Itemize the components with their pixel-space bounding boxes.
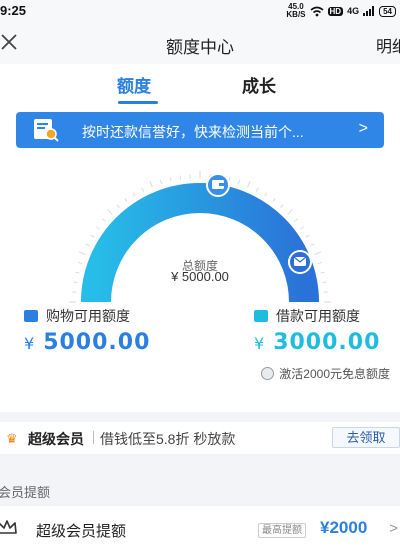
tab-quota[interactable]: 额度 — [117, 72, 151, 97]
loan-quota: 借款可用额度 ¥3000.00 — [254, 306, 380, 355]
tab-growth[interactable]: 成长 — [242, 72, 276, 97]
member-boost-row[interactable]: 超级会员提额 最高提额 ¥2000 > — [0, 506, 400, 548]
member-promo: ♛ 超级会员 借钱低至5.8折 秒放款 去领取 — [0, 422, 400, 454]
gauge-tick — [102, 218, 107, 222]
loan-quota-label: 借款可用额度 — [276, 308, 360, 324]
status-time: 9:25 — [0, 3, 27, 18]
loan-quota-amount: 3000.00 — [273, 330, 381, 355]
wallet-icon — [206, 173, 230, 197]
gauge-tick — [272, 198, 276, 202]
eye-icon — [261, 367, 275, 380]
gauge-tick — [124, 198, 128, 202]
gauge-tick — [107, 209, 113, 215]
crown-icon: ♛ — [6, 431, 18, 446]
gauge-tick — [280, 204, 284, 209]
shopping-quota-amount: 5000.00 — [43, 330, 151, 355]
gauge-tick — [246, 180, 251, 188]
shopping-bag-icon — [24, 310, 38, 322]
tab-active-indicator — [118, 101, 158, 104]
row-tag: 最高提额 — [258, 523, 306, 538]
gauge-tick — [169, 177, 172, 182]
gauge-tick — [314, 251, 322, 256]
gauge-tick — [293, 218, 298, 222]
claim-button[interactable]: 去领取 — [332, 427, 400, 448]
shopping-currency: ¥ — [24, 334, 36, 353]
gauge-tick — [310, 243, 315, 247]
gauge-tick — [179, 175, 182, 180]
gauge-tick — [255, 187, 259, 192]
loan-currency: ¥ — [254, 334, 266, 353]
network-speed: 45.0 KB/S — [286, 3, 305, 19]
gauge-tick — [85, 243, 90, 247]
shopping-quota: 购物可用额度 ¥5000.00 — [24, 306, 150, 355]
nav-bar: 额度中心 明细 — [0, 22, 400, 64]
gauge-tick — [159, 180, 163, 185]
gauge-tick — [305, 234, 310, 238]
free-interest-text: 激活2000元免息额度 — [279, 367, 390, 381]
battery-indicator: 54 — [379, 5, 396, 17]
free-interest-link[interactable]: 激活2000元免息额度 — [261, 365, 390, 382]
network-type: 4G — [347, 6, 360, 16]
status-bar: 9:25 45.0 KB/S HD 4G 54 — [0, 0, 400, 22]
wifi-icon — [310, 6, 324, 16]
chevron-right-icon: > — [389, 520, 398, 537]
folder-icon — [254, 310, 268, 322]
signal-icon — [363, 6, 375, 16]
gauge-tick — [141, 187, 145, 192]
network-speed-unit: KB/S — [286, 10, 306, 19]
gauge-tick — [132, 192, 136, 197]
member-desc: 借钱低至5.8折 秒放款 — [100, 431, 236, 447]
tab-bar: 额度 成长 — [0, 70, 400, 104]
report-search-icon — [34, 119, 59, 142]
section-header: 会员提额 — [0, 485, 51, 500]
hd-badge: HD — [327, 6, 344, 16]
crown-outline-icon — [0, 520, 17, 534]
divider — [93, 431, 94, 444]
gauge-tick — [300, 226, 304, 230]
gauge-tick — [116, 204, 120, 209]
chevron-right-icon: > — [358, 120, 368, 137]
member-name: 超级会员 — [28, 431, 84, 447]
gauge-tick — [90, 234, 95, 238]
gauge-tick — [78, 251, 86, 256]
status-icons: 45.0 KB/S HD 4G 54 — [286, 3, 396, 19]
credit-check-banner[interactable]: 按时还款信誉好，快来检测当前个... > — [16, 112, 384, 148]
gauge-tick — [237, 180, 241, 185]
gauge-tick — [149, 180, 154, 188]
gauge-tick — [264, 192, 268, 197]
detail-link[interactable]: 明细 — [376, 33, 400, 57]
page-title: 额度中心 — [166, 38, 234, 57]
gauge-value: ¥ 5000.00 — [171, 269, 229, 284]
row-name: 超级会员提额 — [36, 523, 127, 540]
row-value: ¥2000 — [320, 518, 368, 537]
shopping-quota-label: 购物可用额度 — [46, 308, 130, 324]
gauge-fill — [81, 183, 319, 303]
banner-text: 按时还款信誉好，快来检测当前个... — [82, 124, 304, 140]
gauge-tick — [287, 209, 293, 215]
quota-card: 额度 成长 按时还款信誉好，快来检测当前个... > 总额度 ¥ 5000.00… — [0, 64, 400, 412]
gauge-tick — [96, 226, 100, 230]
